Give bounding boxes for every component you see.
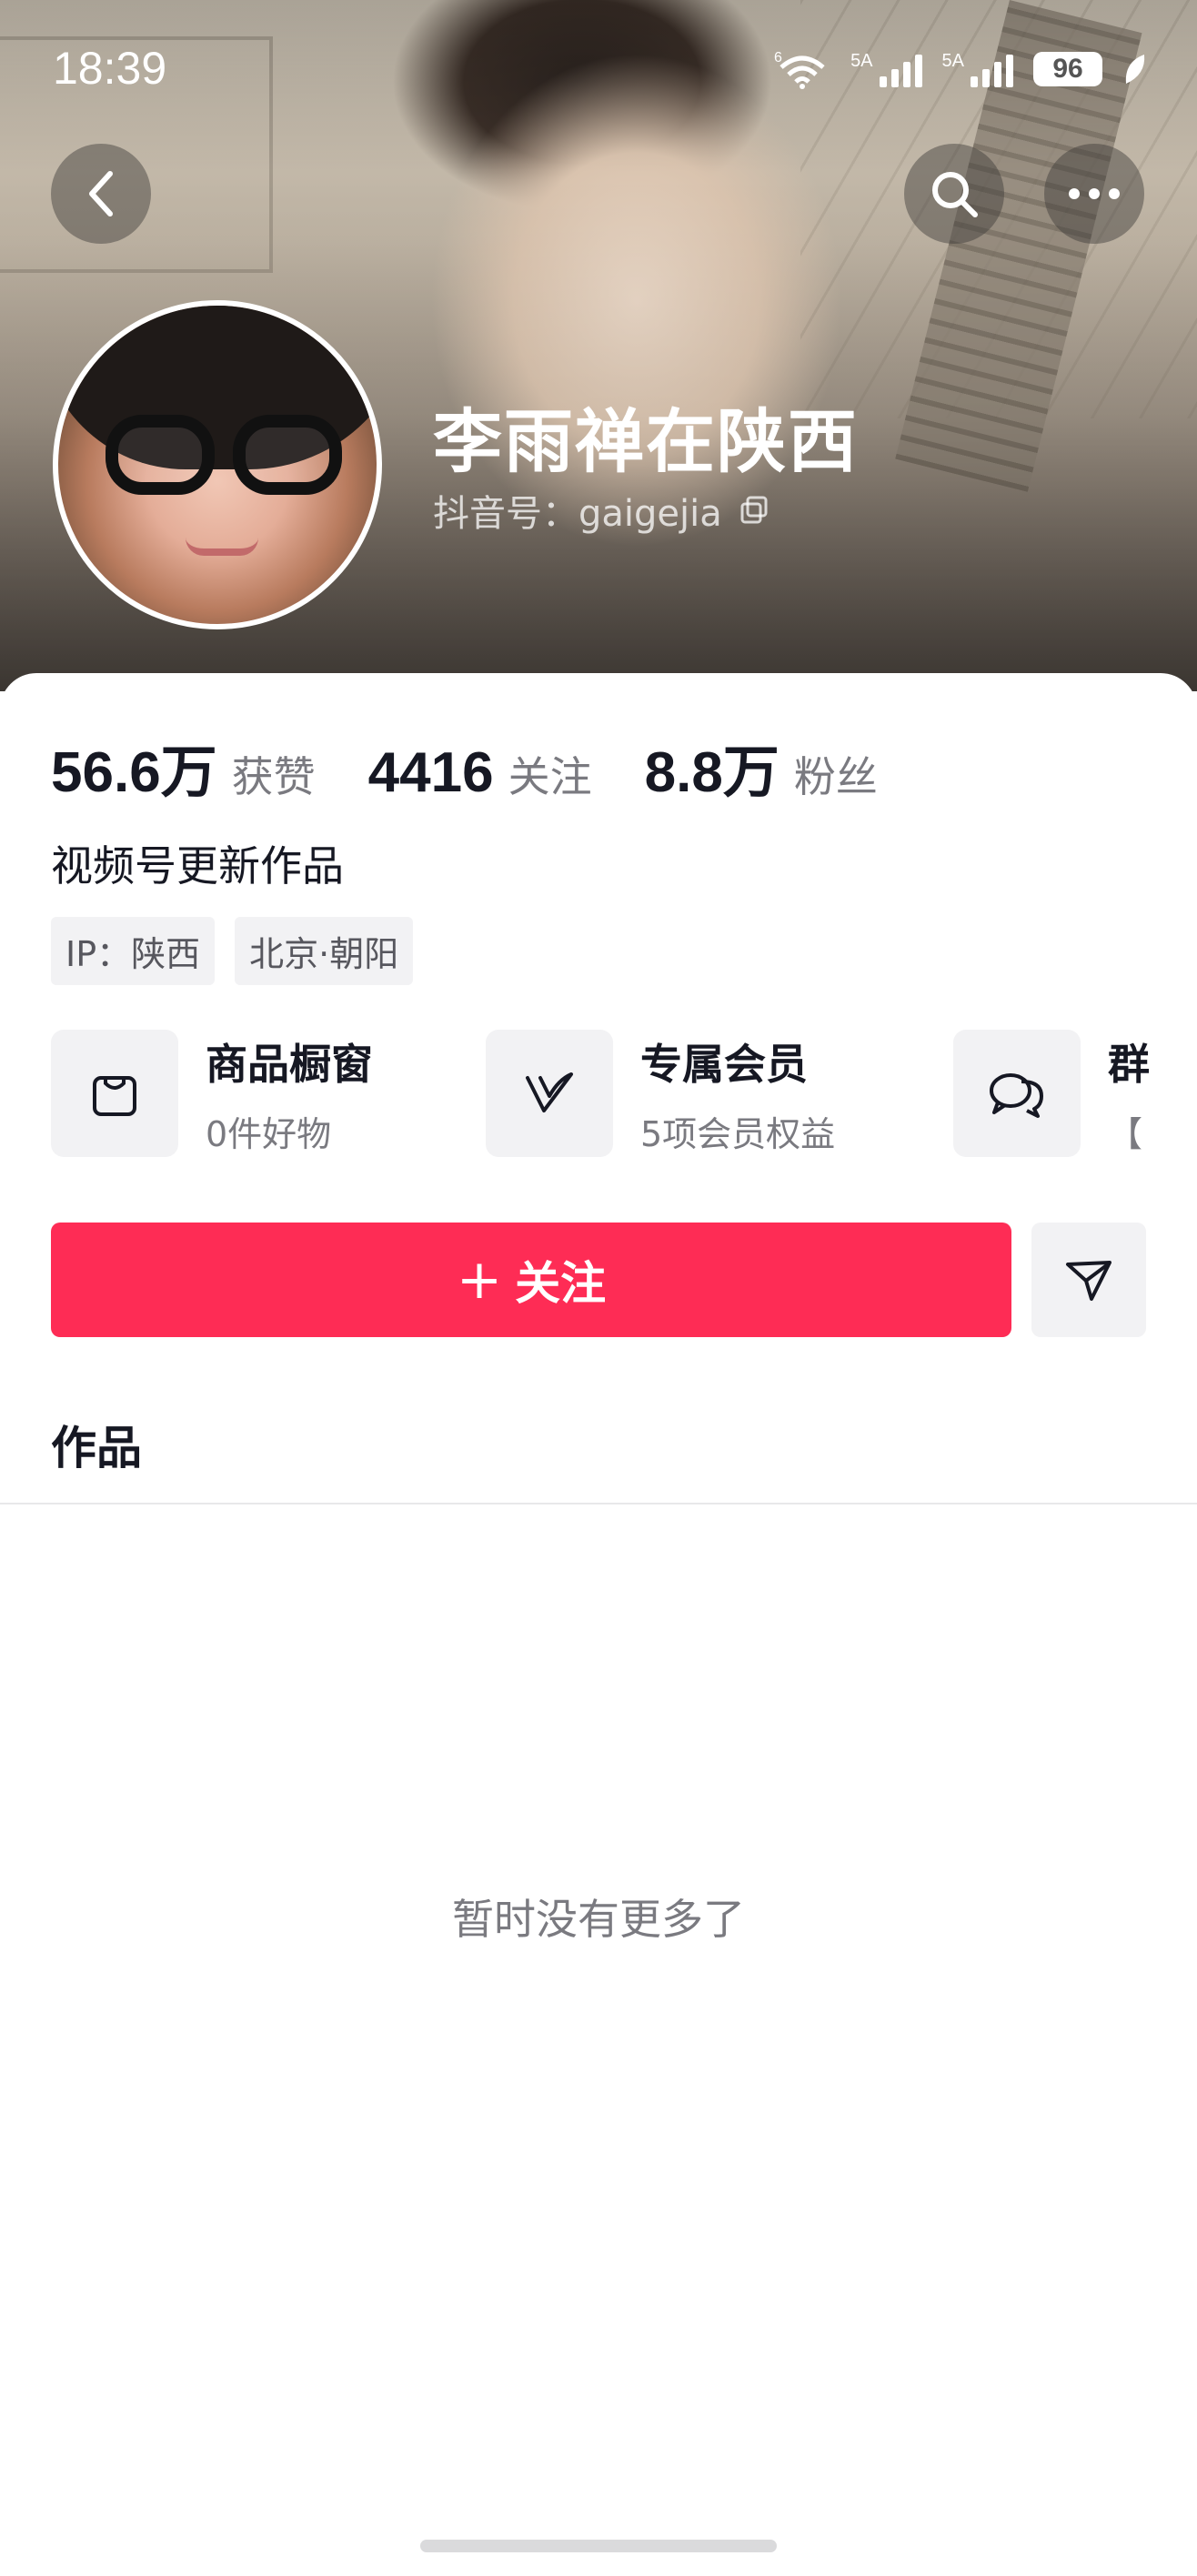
back-button[interactable]	[51, 144, 151, 244]
stat-value: 8.8万	[644, 741, 780, 804]
ip-tag: IP：陕西	[51, 917, 216, 985]
feature-subtitle: 5项会员权益	[640, 1113, 836, 1154]
stat-label: 关注	[508, 752, 592, 801]
search-icon	[932, 172, 978, 217]
profile-tags: IP：陕西 北京·朝阳	[51, 917, 414, 985]
more-dots-icon	[1069, 188, 1120, 199]
signal-icon: 5A	[850, 51, 922, 87]
feature-title: 专属会员	[640, 1039, 808, 1089]
stat-label: 获赞	[231, 752, 316, 801]
stat-followers[interactable]: 8.8万 粉丝	[645, 726, 878, 808]
feature-title: 群	[1108, 1039, 1150, 1089]
stat-value: 56.6万	[51, 741, 217, 804]
send-message-button[interactable]	[1031, 1223, 1146, 1337]
stat-likes[interactable]: 56.6万 获赞	[51, 726, 316, 808]
plus-icon: +	[456, 1248, 503, 1312]
status-bar: 18:39 6 5A 5A 96	[0, 0, 1197, 136]
wifi-icon: 6	[774, 50, 825, 89]
profile-stats: 56.6万 获赞 4416 关注 8.8万 粉丝	[51, 726, 930, 808]
follow-label: 关注	[515, 1257, 607, 1310]
feature-title: 商品橱窗	[206, 1039, 373, 1089]
group-chat-icon	[990, 1073, 1043, 1118]
signal-label: 5A	[850, 51, 873, 71]
feature-row: 商品橱窗 0件好物 专属会员 5项会员权益 群 【	[51, 1030, 1197, 1157]
feature-group[interactable]: 群 【	[953, 1030, 1150, 1157]
send-icon	[1066, 1261, 1112, 1301]
back-chevron-icon	[89, 171, 113, 216]
stat-value: 4416	[367, 741, 494, 804]
tab-works[interactable]: 作品	[51, 1412, 142, 1477]
profile-bio: 视频号更新作品	[51, 841, 344, 891]
signal-icon: 5A	[942, 51, 1013, 87]
more-button[interactable]	[1044, 144, 1144, 244]
leaf-icon	[1125, 55, 1145, 84]
follow-button[interactable]: + 关注	[51, 1223, 1011, 1337]
home-indicator[interactable]	[420, 2540, 777, 2552]
location-tag: 北京·朝阳	[235, 917, 414, 985]
member-v-icon	[526, 1072, 573, 1112]
status-icons: 6 5A 5A 96	[774, 49, 1146, 89]
search-button[interactable]	[904, 144, 1004, 244]
signal-label: 5A	[941, 51, 964, 71]
copy-icon[interactable]	[739, 495, 770, 526]
feature-subtitle: 0件好物	[206, 1113, 332, 1154]
feature-subtitle: 【	[1108, 1113, 1143, 1154]
status-time: 18:39	[53, 43, 167, 94]
content-tabs: 作品	[0, 1401, 1197, 1504]
shopping-bag-icon	[93, 1076, 136, 1116]
handle-text: 抖音号：gaigejia	[433, 493, 722, 535]
profile-name: 李雨禅在陕西	[433, 401, 859, 482]
feature-shop-window[interactable]: 商品橱窗 0件好物	[51, 1030, 373, 1157]
profile-card: 56.6万 获赞 4416 关注 8.8万 粉丝 视频号更新作品 IP：陕西 北…	[0, 673, 1197, 2576]
stat-following[interactable]: 4416 关注	[368, 740, 592, 805]
stat-label: 粉丝	[793, 752, 878, 801]
feature-membership[interactable]: 专属会员 5项会员权益	[486, 1030, 835, 1157]
wifi-label: 6	[774, 50, 782, 65]
profile-handle[interactable]: 抖音号：gaigejia	[433, 484, 770, 537]
empty-state-text: 暂时没有更多了	[452, 1895, 745, 1944]
battery-indicator: 96	[1033, 52, 1102, 86]
avatar[interactable]	[53, 300, 382, 629]
